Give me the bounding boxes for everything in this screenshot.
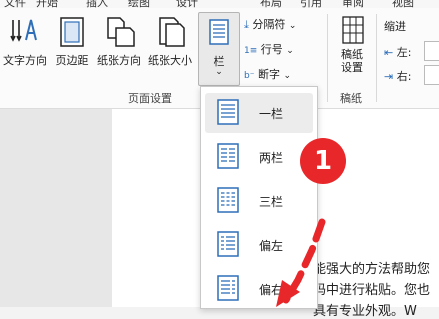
annotation-arrow [276,218,326,307]
